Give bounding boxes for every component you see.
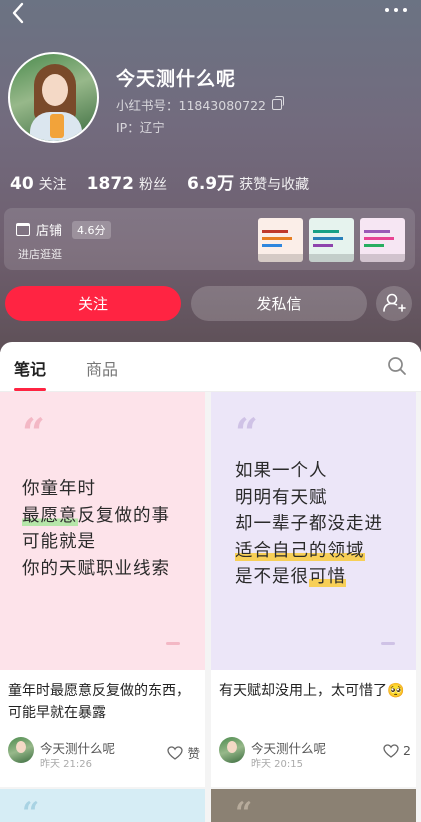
cover-line: 你的天赋职业线索 [22, 558, 170, 579]
cover-line: 最愿意反复做的事 [22, 505, 170, 526]
product-thumbnail[interactable] [309, 218, 354, 262]
shop-title: 店铺 4.6分 [16, 220, 111, 239]
product-thumbnail[interactable] [360, 218, 405, 262]
like-button[interactable]: 赞 [167, 743, 200, 762]
cover-text: 如果一个人 明明有天赋 却一辈子都没走进 适合自己的领域 是不是很可惜 [235, 458, 383, 591]
quote-mark-icon: “ [235, 796, 253, 822]
copy-icon[interactable] [271, 96, 284, 110]
author-avatar[interactable] [8, 737, 34, 763]
shop-label: 店铺 [36, 224, 63, 239]
heart-icon [167, 745, 184, 760]
tab-products[interactable]: 商品 [86, 356, 118, 380]
stat-following[interactable]: 40 关注 [10, 174, 67, 194]
post-time: 昨天 20:15 [251, 759, 303, 770]
stat-followers[interactable]: 1872 粉丝 [87, 174, 167, 194]
cover-dash [166, 642, 180, 645]
cover-highlight: 最愿意 [22, 505, 78, 526]
cover-line: 适合自己的领域 [235, 538, 383, 565]
search-icon[interactable] [387, 356, 407, 376]
profile-header: 今天测什么呢 小红书号：11843080722 IP：辽宁 40 关注 1872… [0, 0, 421, 352]
note-card[interactable]: “ 如果一个人 明明有天赋 却一辈子都没走进 适合自己的领域 是不是很可惜 有天… [211, 392, 416, 787]
note-title[interactable]: 有天赋却没用上，太可惜了🥺 [219, 680, 411, 702]
cover-text: 你童年时 最愿意反复做的事 可能就是 你的天赋职业线索 [22, 476, 170, 582]
avatar[interactable] [8, 52, 99, 143]
stats-row: 40 关注 1872 粉丝 6.9万 获赞与收藏 [10, 169, 309, 194]
shop-icon [16, 223, 30, 236]
note-card-partial[interactable]: “ [211, 789, 416, 822]
follow-button[interactable]: 关注 [5, 286, 181, 321]
message-button[interactable]: 发私信 [191, 286, 367, 321]
cover-line: 明明有天赋 [235, 487, 328, 508]
stat-label: 关注 [38, 177, 67, 193]
post-time: 昨天 21:26 [40, 759, 92, 770]
top-bar [0, 0, 421, 30]
red-id: 小红书号：11843080722 [116, 95, 284, 114]
back-arrow-icon[interactable] [8, 0, 30, 26]
shop-thumbnails [258, 218, 405, 262]
stat-number: 40 [10, 174, 34, 194]
heart-icon [383, 743, 399, 758]
like-button[interactable]: 2 [383, 743, 411, 758]
quote-mark-icon: “ [235, 410, 259, 457]
stat-number: 6.9万 [187, 174, 235, 194]
cover-dash [381, 642, 395, 645]
cover-line: 是不是很可惜 [235, 567, 346, 587]
note-cover[interactable]: “ 如果一个人 明明有天赋 却一辈子都没走进 适合自己的领域 是不是很可惜 [211, 392, 416, 670]
shop-card[interactable]: 店铺 4.6分 进店逛逛 [4, 208, 415, 270]
cover-line: 却一辈子都没走进 [235, 514, 383, 534]
note-author: 今天测什么呢 昨天 21:26 赞 [8, 737, 200, 770]
note-cover[interactable]: “ 你童年时 最愿意反复做的事 可能就是 你的天赋职业线索 [0, 392, 205, 670]
note-card-partial[interactable]: “ [0, 789, 205, 822]
shop-score-badge: 4.6分 [72, 220, 111, 239]
note-author: 今天测什么呢 昨天 20:15 2 [219, 737, 411, 770]
stat-label: 粉丝 [139, 177, 167, 193]
author-avatar[interactable] [219, 737, 245, 763]
red-id-text: 小红书号：11843080722 [116, 98, 266, 113]
quote-mark-icon: “ [22, 410, 46, 457]
product-thumbnail[interactable] [258, 218, 303, 262]
username: 今天测什么呢 [116, 68, 237, 90]
note-title[interactable]: 童年时最愿意反复做的东西，可能早就在暴露 [8, 680, 200, 724]
more-dots-icon[interactable] [385, 2, 411, 18]
cover-highlight: 可惜 [309, 567, 346, 587]
cover-line: 你童年时 [22, 479, 96, 499]
shop-enter-link[interactable]: 进店逛逛 [18, 246, 62, 262]
content-tabs: 笔记 商品 [0, 342, 421, 392]
cover-line: 可能就是 [22, 532, 96, 552]
notes-feed: “ 你童年时 最愿意反复做的事 可能就是 你的天赋职业线索 童年时最愿意反复做的… [0, 392, 421, 822]
profile-actions: 关注 发私信 [5, 286, 416, 322]
stat-label: 获赞与收藏 [239, 177, 310, 193]
cover-line: 如果一个人 [235, 461, 328, 481]
cover-highlight-line: 适合自己的领域 [235, 540, 365, 561]
like-count: 2 [403, 743, 411, 758]
add-friend-icon[interactable] [376, 286, 412, 321]
note-card[interactable]: “ 你童年时 最愿意反复做的事 可能就是 你的天赋职业线索 童年时最愿意反复做的… [0, 392, 205, 787]
tab-notes[interactable]: 笔记 [14, 356, 47, 391]
quote-mark-icon: “ [22, 796, 40, 822]
like-count: 赞 [187, 746, 200, 761]
stat-likes-collects[interactable]: 6.9万 获赞与收藏 [187, 169, 309, 194]
stat-number: 1872 [86, 174, 134, 194]
ip-location: IP：辽宁 [116, 120, 165, 135]
